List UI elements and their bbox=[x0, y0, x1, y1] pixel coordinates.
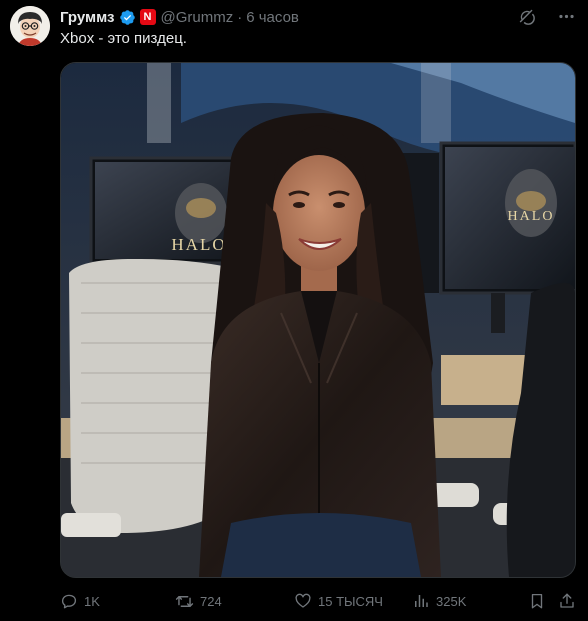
tweet-photo[interactable]: HALO HALO bbox=[60, 62, 576, 578]
bookmark-button[interactable] bbox=[528, 592, 546, 610]
separator-dot: · bbox=[237, 8, 243, 26]
bookmark-icon bbox=[531, 593, 543, 609]
views-icon bbox=[415, 595, 428, 607]
user-handle[interactable]: @Grummz bbox=[161, 9, 234, 26]
more-icon[interactable] bbox=[556, 6, 576, 26]
affiliate-letter: N bbox=[143, 11, 152, 23]
tweet-actions: 1K 724 15 ТЫСЯЧ 325K bbox=[60, 592, 580, 614]
grok-icon[interactable] bbox=[516, 6, 536, 26]
display-name[interactable]: Груммз bbox=[60, 9, 115, 26]
repost-count: 724 bbox=[200, 594, 222, 609]
halo-logo-right: HALO bbox=[508, 209, 555, 224]
view-count: 325K bbox=[436, 593, 467, 609]
like-count: 15 ТЫСЯЧ bbox=[318, 593, 383, 609]
repost-icon bbox=[175, 596, 194, 607]
reply-count: 1K bbox=[84, 593, 100, 609]
halo-logo-left: HALO bbox=[171, 235, 226, 254]
cartoon-avatar-icon bbox=[10, 6, 50, 46]
views-button[interactable]: 325K bbox=[412, 592, 466, 610]
repost-button[interactable]: 724 bbox=[175, 592, 222, 611]
tweet-header: Груммз N @Grummz · 6 часов bbox=[60, 7, 299, 27]
avatar[interactable] bbox=[10, 6, 50, 46]
verified-badge-icon[interactable] bbox=[119, 9, 136, 26]
affiliate-badge-icon[interactable]: N bbox=[139, 9, 156, 25]
reply-button[interactable]: 1K bbox=[60, 592, 100, 610]
tweet: Груммз N @Grummz · 6 часов Xbox - это пи… bbox=[0, 0, 588, 621]
share-icon bbox=[560, 593, 574, 608]
like-button[interactable]: 15 ТЫСЯЧ bbox=[294, 592, 383, 610]
tweet-text: Xbox - это пиздец. bbox=[60, 30, 187, 47]
header-actions bbox=[516, 6, 576, 26]
timestamp[interactable]: 6 часов bbox=[246, 9, 299, 26]
reply-icon bbox=[61, 594, 77, 609]
share-button[interactable] bbox=[558, 592, 576, 610]
heart-icon bbox=[295, 593, 311, 608]
